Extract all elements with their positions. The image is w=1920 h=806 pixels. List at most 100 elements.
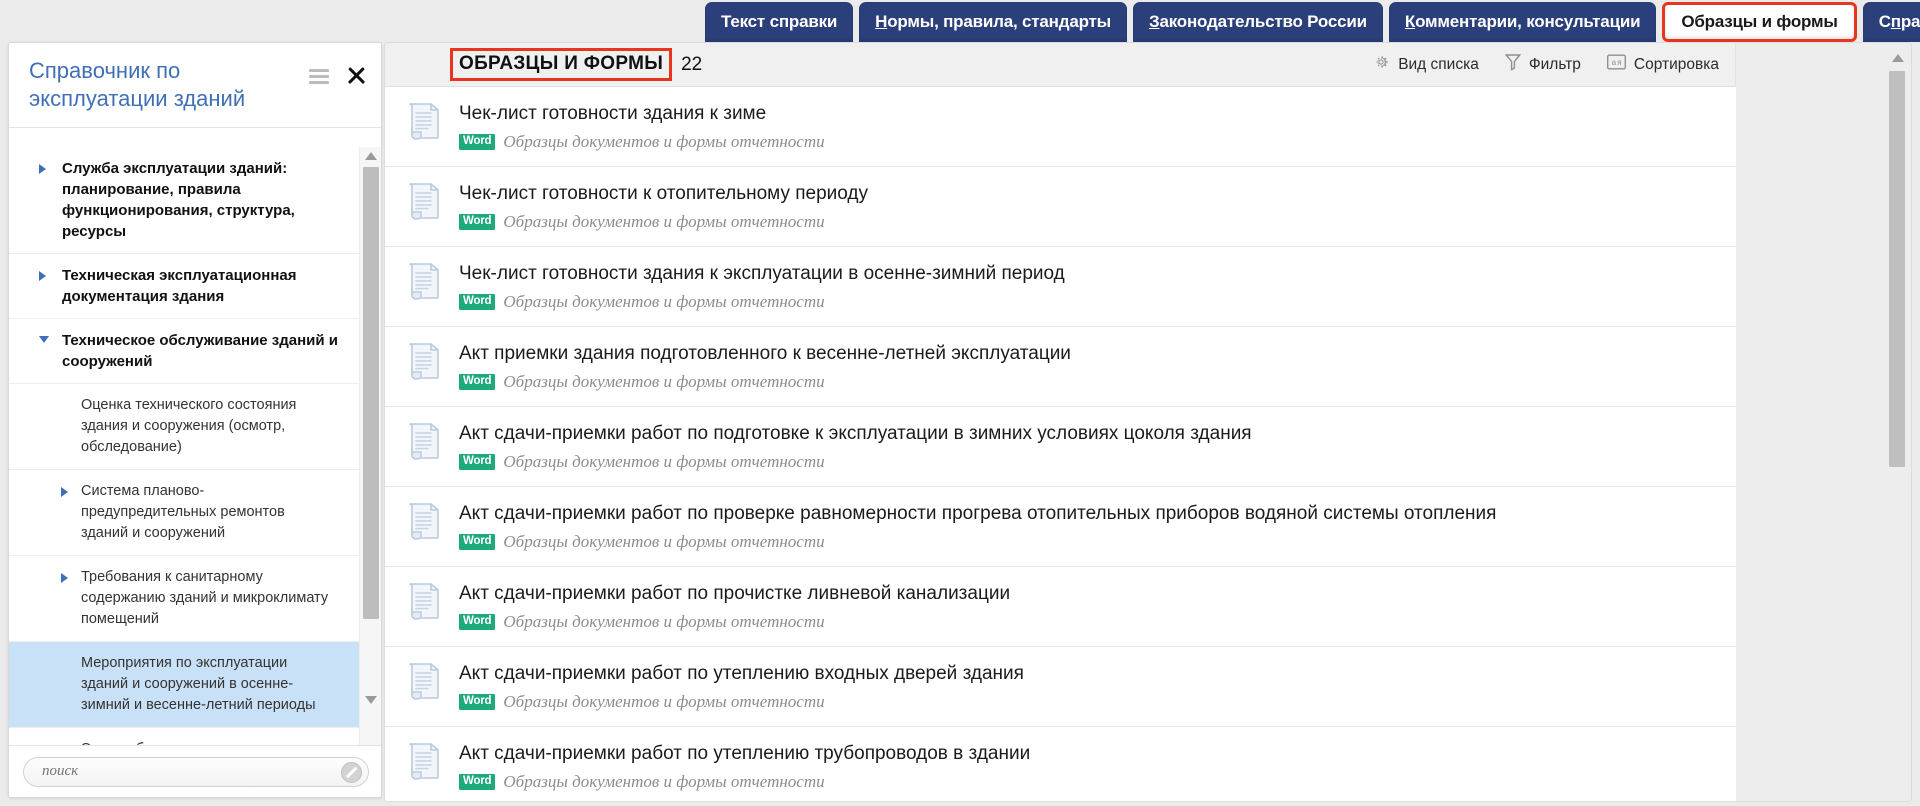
document-title[interactable]: Акт сдачи-приемки работ по утеплению вхо… [459, 661, 1716, 686]
document-icon [407, 422, 445, 467]
document-title[interactable]: Чек-лист готовности здания к эксплуатаци… [459, 261, 1716, 286]
chevron-right-icon[interactable] [61, 487, 68, 497]
format-badge: Word [459, 374, 496, 390]
format-badge: Word [459, 534, 496, 550]
content-scroll-up-icon[interactable] [1887, 49, 1909, 67]
format-badge: Word [459, 134, 496, 150]
format-badge: Word [459, 774, 496, 790]
tab-obrazcy-i-formy[interactable]: Образцы и формы [1662, 2, 1857, 42]
sidebar-scrollbar[interactable] [359, 147, 381, 747]
sidebar-tree-item[interactable]: Мероприятия по эксплуатации зданий и соо… [9, 642, 361, 728]
document-source: Образцы документов и формы отчетности [503, 692, 825, 711]
sidebar-tree-item-label: Мероприятия по эксплуатации зданий и соо… [81, 655, 316, 713]
tab-kommentarii-konsultacii[interactable]: Комментарии, консультации [1388, 2, 1657, 42]
chevron-right-icon[interactable] [39, 164, 46, 174]
format-badge: Word [459, 294, 496, 310]
document-source: Образцы документов и формы отчетности [503, 452, 825, 471]
tab-normy-pravila-standarty[interactable]: Нормы, правила, стандарты [859, 2, 1127, 42]
filter-icon [1504, 53, 1522, 76]
document-source: Образцы документов и формы отчетности [503, 212, 825, 231]
scroll-up-icon[interactable] [360, 147, 381, 165]
document-meta: Word Образцы документов и формы отчетност… [459, 132, 1716, 152]
tool-label: Вид списка [1398, 55, 1479, 73]
document-meta: Word Образцы документов и формы отчетност… [459, 692, 1716, 712]
document-source: Образцы документов и формы отчетности [503, 292, 825, 311]
document-title[interactable]: Акт сдачи-приемки работ по утеплению тру… [459, 741, 1716, 766]
document-row[interactable]: Акт сдачи-приемки работ по утеплению вхо… [385, 647, 1736, 727]
document-title[interactable]: Чек-лист готовности здания к зиме [459, 101, 1716, 126]
document-row[interactable]: Акт сдачи-приемки работ по прочистке лив… [385, 567, 1736, 647]
chevron-right-icon[interactable] [61, 573, 68, 583]
content-panel: ОБРАЗЦЫ И ФОРМЫ 22 Вид списка Фильтр a я Сор… [384, 42, 1912, 802]
document-source: Образцы документов и формы отчетности [503, 532, 825, 551]
document-row[interactable]: Чек-лист готовности здания к эксплуатаци… [385, 247, 1736, 327]
document-source: Образцы документов и формы отчетности [503, 132, 825, 151]
tab-spravki[interactable]: Справки [1862, 2, 1920, 42]
hamburger-icon[interactable] [309, 68, 329, 84]
document-meta: Word Образцы документов и формы отчетност… [459, 452, 1716, 472]
search-box[interactable] [23, 756, 369, 787]
sidebar-tree-item[interactable]: Оценка технического состояния здания и с… [9, 384, 361, 470]
document-body: Акт сдачи-приемки работ по утеплению вхо… [459, 661, 1716, 712]
gear-icon [1372, 53, 1390, 76]
chevron-right-icon[interactable] [39, 271, 46, 281]
tab-zakonodatelstvo-rossii[interactable]: Законодательство России [1132, 2, 1383, 42]
list-view-button[interactable]: Вид списка [1372, 53, 1479, 76]
format-badge: Word [459, 614, 496, 630]
sidebar-tree-item-label: Техническая эксплуатационная документаци… [62, 267, 297, 305]
document-title[interactable]: Акт приемки здания подготовленного к вес… [459, 341, 1716, 366]
document-row[interactable]: Чек-лист готовности к отопительному пери… [385, 167, 1736, 247]
document-body: Акт сдачи-приемки работ по утеплению тру… [459, 741, 1716, 792]
sidebar-tree-item[interactable]: Техническая эксплуатационная документаци… [9, 254, 361, 319]
tool-label: Сортировка [1633, 55, 1719, 73]
tab-label: Нормы, правила, стандарты [875, 12, 1111, 31]
sidebar-tree-item[interactable]: Требования к санитарному содержанию здан… [9, 556, 361, 642]
sidebar-scroll-thumb[interactable] [363, 167, 379, 619]
result-count: 22 [681, 53, 703, 75]
document-row[interactable]: Акт сдачи-приемки работ по проверке равн… [385, 487, 1736, 567]
document-list: Чек-лист готовности здания к зиме Word Обр… [385, 87, 1736, 801]
document-row[interactable]: Чек-лист готовности здания к зиме Word Обр… [385, 87, 1736, 167]
sidebar-tree-item-label: Служба эксплуатации зданий: планирование… [62, 160, 295, 240]
close-icon[interactable] [345, 65, 367, 87]
document-row[interactable]: Акт сдачи-приемки работ по утеплению тру… [385, 727, 1736, 801]
sidebar-tree-item[interactable]: Система планово-предупредительных ремонт… [9, 470, 361, 556]
svg-text:a: a [1612, 58, 1617, 67]
top-tab-bar: Текст справки Нормы, правила, стандарты За… [0, 0, 1920, 42]
document-source: Образцы документов и формы отчетности [503, 372, 825, 391]
sidebar-tree-item[interactable]: Техническое обслуживание зданий и сооруж… [9, 319, 361, 384]
document-row[interactable]: Акт приемки здания подготовленного к вес… [385, 327, 1736, 407]
document-body: Акт сдачи-приемки работ по проверке равн… [459, 501, 1716, 552]
format-badge: Word [459, 694, 496, 710]
document-body: Чек-лист готовности здания к эксплуатаци… [459, 261, 1716, 312]
document-icon [407, 742, 445, 787]
document-meta: Word Образцы документов и формы отчетност… [459, 292, 1716, 312]
document-icon [407, 102, 445, 147]
tab-tekst-spravki[interactable]: Текст справки [705, 2, 854, 42]
sidebar-tree-list: Служба эксплуатации зданий: планирование… [9, 147, 361, 747]
clear-icon[interactable] [341, 761, 362, 783]
document-icon [407, 182, 445, 227]
scroll-down-icon[interactable] [360, 691, 381, 709]
sort-button[interactable]: a я Сортировка [1606, 54, 1719, 75]
sort-icon: aя [1606, 54, 1626, 75]
search-input[interactable] [24, 763, 324, 780]
tool-label: Фильтр [1528, 55, 1581, 73]
filter-button[interactable]: Фильтр [1504, 53, 1581, 76]
document-body: Чек-лист готовности здания к зиме Word Обр… [459, 101, 1716, 152]
document-meta: Word Образцы документов и формы отчетност… [459, 612, 1716, 632]
sidebar-panel: Справочник по эксплуатации зданий Служба… [8, 42, 382, 798]
document-body: Акт сдачи-приемки работ по подготовке к … [459, 421, 1716, 472]
document-row[interactable]: Акт сдачи-приемки работ по подготовке к … [385, 407, 1736, 487]
document-title[interactable]: Чек-лист готовности к отопительному пери… [459, 181, 1716, 206]
content-scroll-thumb[interactable] [1889, 71, 1905, 467]
content-scrollbar[interactable] [1887, 49, 1907, 797]
tab-label: Справки [1878, 12, 1920, 31]
document-title[interactable]: Акт сдачи-приемки работ по проверке равн… [459, 501, 1716, 526]
sidebar-tree-item[interactable]: Служба эксплуатации зданий: планирование… [9, 147, 361, 254]
document-icon [407, 342, 445, 387]
format-badge: Word [459, 454, 496, 470]
document-title[interactable]: Акт сдачи-приемки работ по подготовке к … [459, 421, 1716, 446]
document-title[interactable]: Акт сдачи-приемки работ по прочистке лив… [459, 581, 1716, 606]
chevron-down-icon[interactable] [39, 336, 49, 343]
